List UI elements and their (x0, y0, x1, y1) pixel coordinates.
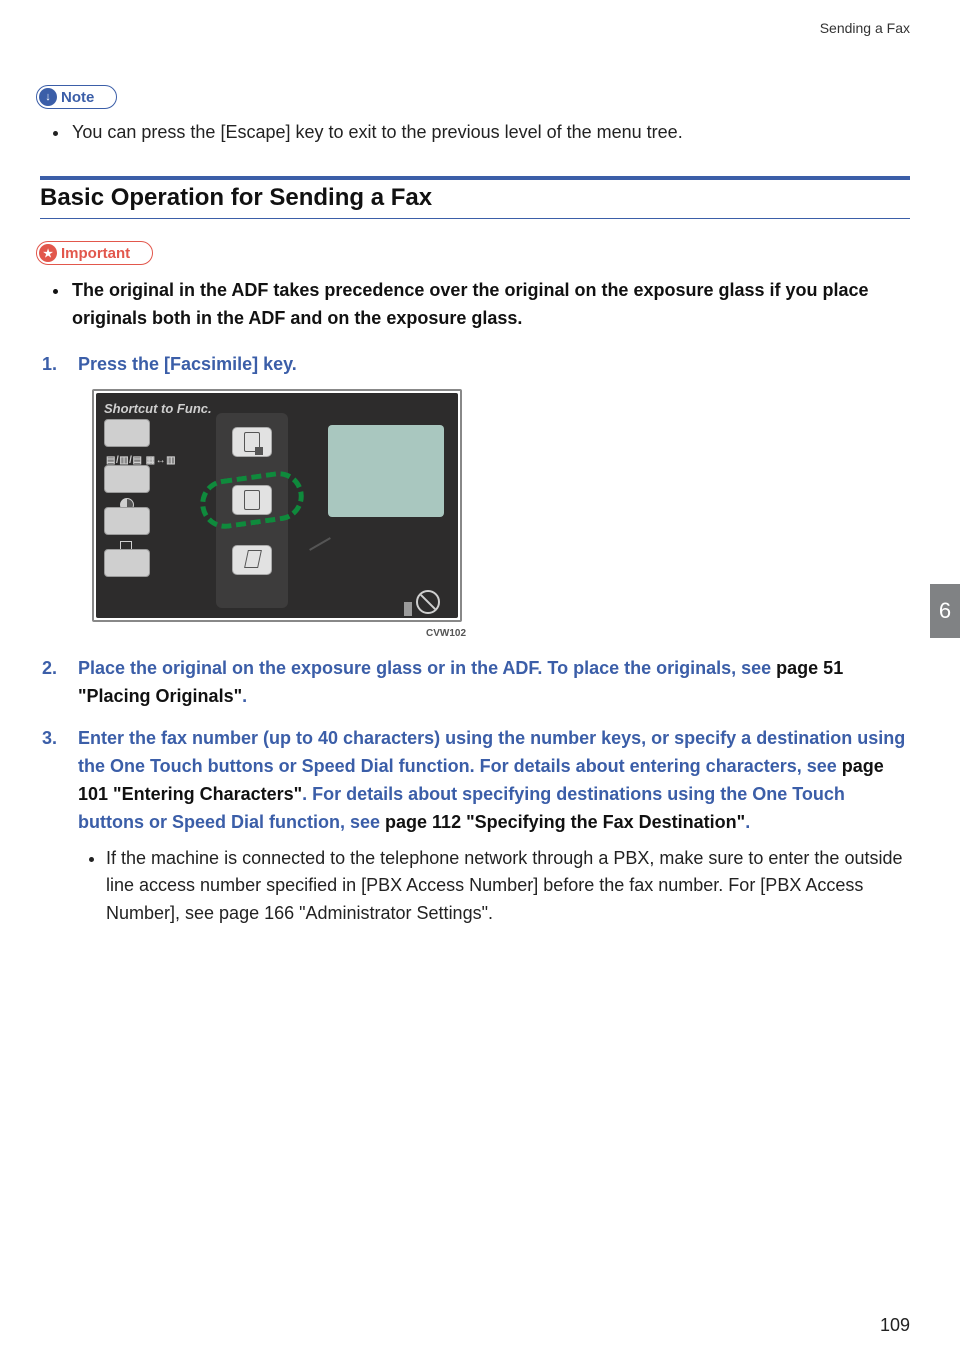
panel-border: Shortcut to Func. ▤/▥/▤ ▦↔▥ (92, 389, 462, 622)
shortcut-key (104, 419, 150, 447)
divider-line (309, 537, 331, 551)
center-column (216, 413, 288, 608)
steps-list: Press the [Facsimile] key. Shortcut to F… (40, 351, 910, 928)
step-2-text-a: Place the original on the exposure glass… (78, 658, 776, 678)
step-2-text-c: . (242, 686, 247, 706)
copy-key (232, 427, 272, 457)
note-label: Note (61, 89, 94, 106)
section-rule-thin (40, 218, 910, 219)
chapter-tab: 6 (930, 584, 960, 638)
note-item: You can press the [Escape] key to exit t… (70, 119, 910, 146)
figure-caption: CVW102 (92, 626, 466, 642)
arrow-down-icon: ↓ (39, 88, 57, 106)
section-title: Basic Operation for Sending a Fax (40, 184, 910, 212)
scan-key (232, 545, 272, 575)
left-key-3 (104, 549, 150, 577)
step-3-sublist: If the machine is connected to the telep… (106, 845, 910, 929)
panel-label: Shortcut to Func. (104, 399, 212, 419)
page-number: 109 (880, 1315, 910, 1336)
step-3-sub-item: If the machine is connected to the telep… (106, 845, 910, 929)
star-icon: ★ (39, 244, 57, 262)
step-1-text: Press the [Facsimile] key. (78, 354, 297, 374)
step-2: Place the original on the exposure glass… (64, 655, 910, 711)
step-3-pageref-2: page 112 "Specifying the Fax Destination… (385, 812, 745, 832)
cancel-icon (416, 590, 440, 614)
important-item: The original in the ADF takes precedence… (70, 277, 910, 333)
lcd-screen (328, 425, 444, 517)
panel-figure: Shortcut to Func. ▤/▥/▤ ▦↔▥ (92, 389, 910, 622)
important-callout: ★ Important (36, 241, 153, 265)
section-rule-thick (40, 176, 910, 180)
left-key-1 (104, 465, 150, 493)
step-3-text-e: . (745, 812, 750, 832)
important-label: Important (61, 245, 130, 262)
facsimile-key (232, 485, 272, 515)
step-1: Press the [Facsimile] key. Shortcut to F… (64, 351, 910, 641)
step-3: Enter the fax number (up to 40 character… (64, 725, 910, 928)
left-key-2 (104, 507, 150, 535)
important-list: The original in the ADF takes precedence… (70, 277, 910, 333)
step-3-text-a: Enter the fax number (up to 40 character… (78, 728, 905, 776)
stub (404, 602, 412, 616)
control-panel: Shortcut to Func. ▤/▥/▤ ▦↔▥ (96, 393, 458, 618)
note-list: You can press the [Escape] key to exit t… (70, 119, 910, 146)
note-callout: ↓ Note (36, 85, 117, 109)
running-head: Sending a Fax (820, 20, 910, 36)
